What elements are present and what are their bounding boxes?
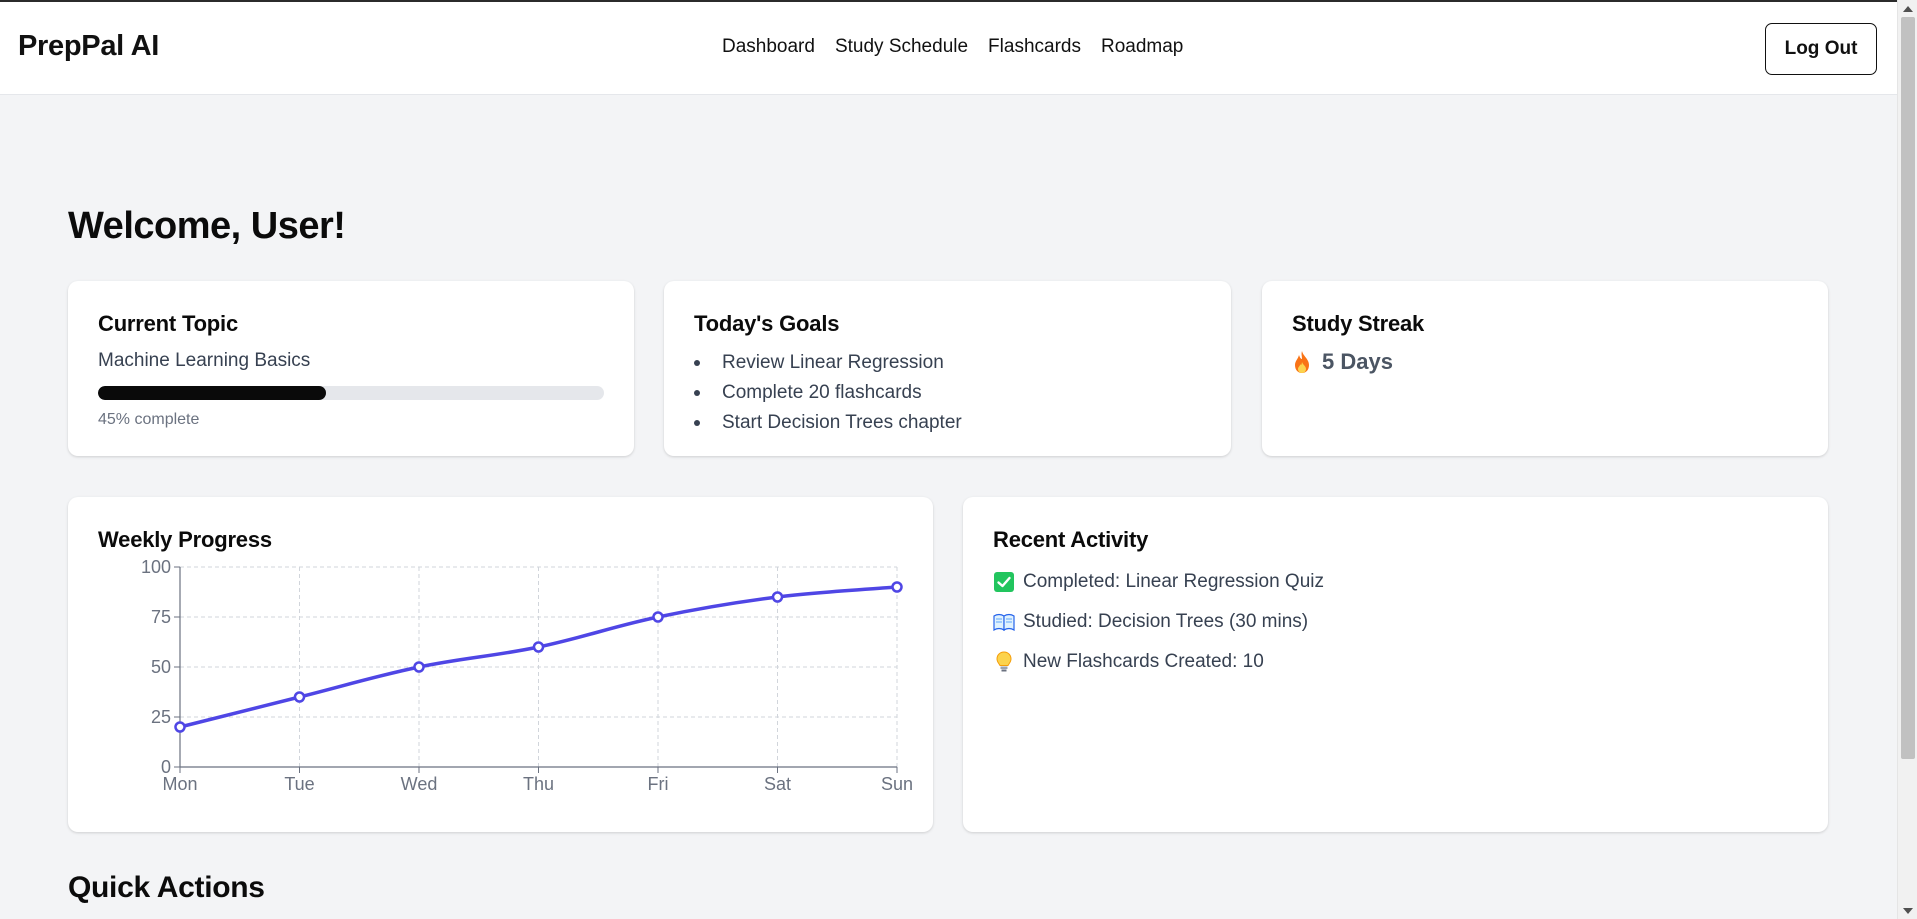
streak-value: 5 Days	[1322, 349, 1393, 374]
activity-text: Completed: Linear Regression Quiz	[1023, 571, 1324, 592]
nav-flashcards[interactable]: Flashcards	[988, 36, 1081, 58]
topic-name: Machine Learning Basics	[98, 350, 311, 371]
bullet-icon	[694, 420, 700, 426]
x-tick-label: Sun	[881, 774, 913, 794]
card-title: Study Streak	[1292, 311, 1425, 336]
activity-list: Completed: Linear Regression Quiz Studie…	[993, 562, 1324, 682]
recent-activity-card: Recent Activity Completed: Linear Regres…	[963, 497, 1828, 832]
check-icon	[993, 571, 1015, 593]
nav-study-schedule[interactable]: Study Schedule	[835, 36, 968, 58]
scrollbar-thumb[interactable]	[1901, 17, 1915, 759]
logout-button[interactable]: Log Out	[1765, 23, 1877, 75]
data-point	[771, 591, 784, 603]
x-tick-label: Thu	[523, 774, 554, 794]
activity-item: New Flashcards Created: 10	[993, 642, 1324, 682]
goals-list: Review Linear Regression Complete 20 fla…	[694, 348, 962, 438]
page-title: Welcome, User!	[68, 205, 346, 247]
y-tick-label: 25	[151, 707, 171, 727]
activity-text: New Flashcards Created: 10	[1023, 651, 1264, 672]
data-point	[174, 721, 186, 733]
goal-text: Review Linear Regression	[722, 352, 944, 373]
scroll-up-arrow-icon[interactable]	[1898, 0, 1917, 17]
vertical-scrollbar[interactable]	[1897, 0, 1917, 919]
progress-bar	[98, 386, 604, 400]
card-title: Recent Activity	[993, 527, 1149, 552]
todays-goals-card: Today's Goals Review Linear Regression C…	[664, 281, 1231, 456]
nav-roadmap[interactable]: Roadmap	[1101, 36, 1183, 58]
viewport: PrepPal AI Dashboard Study Schedule Flas…	[0, 0, 1897, 919]
y-tick-label: 50	[151, 657, 171, 677]
goal-item: Start Decision Trees chapter	[694, 408, 962, 438]
nav-dashboard[interactable]: Dashboard	[722, 36, 815, 58]
card-title: Current Topic	[98, 311, 238, 336]
activity-item: Studied: Decision Trees (30 mins)	[993, 602, 1324, 642]
goal-text: Complete 20 flashcards	[722, 382, 922, 403]
fire-icon	[1295, 351, 1309, 373]
weekly-progress-card: Weekly Progress 0 25 50 75 100 Mon Tue Wed Thu Fr…	[68, 497, 933, 832]
data-point	[891, 581, 903, 593]
scroll-down-arrow-icon[interactable]	[1898, 902, 1917, 919]
goal-text: Start Decision Trees chapter	[722, 412, 962, 433]
study-streak-card: Study Streak 5 Days	[1262, 281, 1828, 456]
data-point	[652, 611, 664, 623]
page: PrepPal AI Dashboard Study Schedule Flas…	[0, 0, 1917, 919]
lightbulb-icon	[993, 651, 1015, 673]
y-tick-label: 75	[151, 607, 171, 627]
activity-text: Studied: Decision Trees (30 mins)	[1023, 611, 1309, 632]
streak-row: 5 Days	[1292, 349, 1393, 375]
x-tick-label: Sat	[764, 774, 791, 794]
progress-fill	[98, 386, 326, 400]
data-point	[532, 641, 545, 653]
y-tick-label: 100	[141, 557, 171, 577]
x-tick-label: Fri	[648, 774, 669, 794]
data-point	[293, 691, 306, 703]
weekly-progress-chart: 0255075100Mon Tue Wed Thu Fri Sat Sun	[141, 557, 913, 794]
progress-text: 45% complete	[98, 411, 200, 428]
quick-actions-heading: Quick Actions	[68, 871, 265, 904]
brand-logo[interactable]: PrepPal AI	[18, 30, 159, 63]
data-point	[413, 661, 425, 673]
bullet-icon	[694, 360, 700, 366]
goal-item: Review Linear Regression	[694, 348, 962, 378]
series-line	[179, 585, 898, 729]
x-tick-label: Mon	[162, 774, 197, 794]
activity-item: Completed: Linear Regression Quiz	[993, 562, 1324, 602]
top-navbar: PrepPal AI Dashboard Study Schedule Flas…	[0, 2, 1897, 95]
x-tick-label: Tue	[284, 774, 314, 794]
goal-item: Complete 20 flashcards	[694, 378, 962, 408]
card-title: Today's Goals	[694, 311, 840, 336]
book-icon	[993, 611, 1015, 633]
current-topic-card: Current Topic Machine Learning Basics 45…	[68, 281, 634, 456]
main-nav: Dashboard Study Schedule Flashcards Road…	[722, 36, 1183, 58]
x-tick-label: Wed	[401, 774, 438, 794]
bullet-icon	[694, 390, 700, 396]
